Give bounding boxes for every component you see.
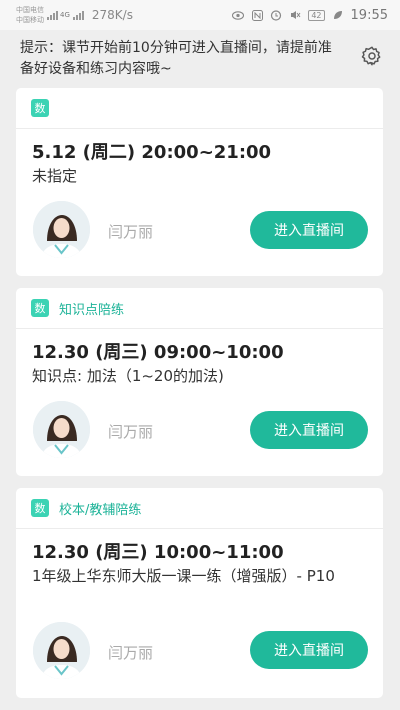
- eye-icon: [232, 9, 245, 21]
- lesson-card: 数 5.12 (周二) 20:00~21:00 未指定 闫万丽 进入直播间: [16, 88, 383, 276]
- status-bar: 中国电信 中国移动 4G 278K/s 42 19:55: [0, 0, 400, 30]
- lesson-time: 5.12 (周二) 20:00~21:00: [32, 142, 272, 163]
- network-type: 4G: [60, 11, 70, 19]
- mute-icon: [289, 9, 301, 21]
- lesson-description: 未指定: [32, 167, 78, 185]
- card-header: 数 知识点陪练: [16, 288, 383, 329]
- teacher-avatar: [33, 622, 90, 679]
- gear-icon: [361, 46, 381, 66]
- network-speed: 278K/s: [91, 8, 133, 22]
- lesson-time: 12.30 (周三) 09:00~10:00: [32, 342, 284, 363]
- lesson-category: 校本/教辅陪练: [59, 502, 142, 518]
- clock: 19:55: [350, 7, 388, 23]
- nfc-icon: [251, 9, 263, 21]
- lesson-description: 1年级上华东师大版一课一练（增强版）- P10: [32, 567, 335, 585]
- subject-badge: 数: [31, 499, 49, 517]
- lesson-category: 知识点陪练: [59, 302, 125, 318]
- carrier-1: 中国电信: [16, 6, 44, 14]
- subject-badge: 数: [31, 99, 49, 117]
- subject-badge: 数: [31, 299, 49, 317]
- lesson-description: 知识点: 加法（1~20的加法): [32, 367, 224, 385]
- teacher-avatar: [33, 401, 90, 458]
- card-header: 数 校本/教辅陪练: [16, 488, 383, 529]
- lesson-time: 12.30 (周三) 10:00~11:00: [32, 542, 284, 563]
- teacher-name: 闫万丽: [108, 423, 154, 441]
- teacher-name: 闫万丽: [108, 644, 154, 662]
- notice-text: 提示：课节开始前10分钟可进入直播间，请提前准备好设备和练习内容哦~: [20, 40, 332, 77]
- teacher-name: 闫万丽: [108, 223, 154, 241]
- leaf-icon: [332, 9, 344, 21]
- settings-button[interactable]: [360, 44, 384, 68]
- lesson-card: 数 校本/教辅陪练 12.30 (周三) 10:00~11:00 1年级上华东师…: [16, 488, 383, 698]
- enter-live-room-button[interactable]: 进入直播间: [250, 211, 368, 249]
- carrier-names: 中国电信 中国移动: [16, 5, 44, 25]
- battery-icon: 42: [308, 9, 325, 21]
- teacher-avatar: [33, 201, 90, 258]
- signal-icon: [47, 10, 58, 20]
- enter-live-room-button[interactable]: 进入直播间: [250, 631, 368, 669]
- signal-icon-2: [72, 10, 84, 20]
- card-header: 数: [16, 88, 383, 129]
- alarm-icon: [270, 9, 282, 21]
- lesson-card: 数 知识点陪练 12.30 (周三) 09:00~10:00 知识点: 加法（1…: [16, 288, 383, 476]
- carrier-2: 中国移动: [16, 16, 44, 24]
- enter-live-room-button[interactable]: 进入直播间: [250, 411, 368, 449]
